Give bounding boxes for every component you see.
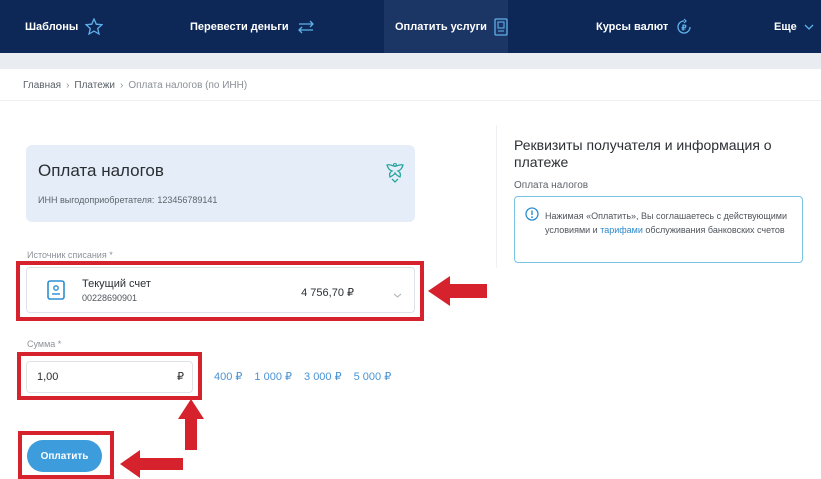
arrow-left-icon: [120, 450, 183, 478]
amount-label: Сумма *: [27, 339, 62, 349]
highlight-pay-button: [18, 431, 114, 479]
notice-text-end: обслуживания банковских счетов: [645, 225, 785, 235]
tax-payment-card: Оплата налогов ИНН выгодоприобретателя: …: [26, 145, 415, 222]
double-eagle-emblem-icon: [384, 162, 406, 189]
quick-amount-3000[interactable]: 3 000 ₽: [304, 370, 342, 383]
details-subtitle: Оплата налогов: [514, 180, 589, 191]
details-title: Реквизиты получателя и информация о плат…: [514, 137, 772, 170]
nav-transfer-label: Перевести деньги: [190, 20, 289, 33]
nav-templates[interactable]: Шаблоны: [25, 0, 104, 53]
highlight-amount: [17, 352, 202, 400]
highlight-source-account: [16, 261, 424, 321]
nav-exchange-rates[interactable]: Курсы валют ₽: [596, 0, 693, 53]
nav-transfer[interactable]: Перевести деньги: [190, 0, 316, 53]
info-icon: [525, 207, 539, 226]
agreement-notice: Нажимая «Оплатить», Вы соглашаетесь с де…: [514, 196, 803, 263]
breadcrumb-home[interactable]: Главная: [23, 80, 61, 91]
quick-amount-1000[interactable]: 1 000 ₽: [254, 370, 292, 383]
arrow-up-icon: [178, 399, 204, 450]
tariffs-link[interactable]: тарифами: [600, 225, 643, 235]
breadcrumb-current: Оплата налогов (по ИНН): [128, 80, 248, 91]
top-navigation: Шаблоны Перевести деньги Оплатить услуги…: [0, 0, 821, 53]
column-divider: [496, 125, 497, 268]
transfer-arrows-icon: [296, 20, 316, 34]
breadcrumb-separator: ›: [66, 80, 70, 91]
page-title: Оплата налогов: [38, 161, 164, 180]
nav-exchange-rates-label: Курсы валют: [596, 20, 669, 33]
svg-text:₽: ₽: [681, 23, 687, 32]
nav-more-label: Еще: [774, 20, 797, 33]
currency-ruble-icon: ₽: [675, 18, 693, 36]
breadcrumb-separator: ›: [119, 80, 124, 91]
source-label: Источник списания *: [27, 250, 113, 260]
breadcrumb: Главная › Платежи › Оплата налогов (по И…: [23, 80, 247, 91]
star-icon: [85, 18, 104, 35]
nav-pay-services[interactable]: Оплатить услуги: [384, 0, 508, 53]
subheader-bar: [0, 53, 821, 69]
inn-label: ИНН выгодоприобретателя:: [38, 195, 155, 205]
chevron-down-icon: [804, 23, 814, 31]
inn-value: 123456789141: [157, 195, 218, 205]
breadcrumb-payments[interactable]: Платежи: [74, 80, 115, 91]
quick-amount-400[interactable]: 400 ₽: [214, 370, 242, 383]
nav-more[interactable]: Еще: [774, 0, 814, 53]
divider: [0, 100, 821, 101]
notice-text: Нажимая «Оплатить», Вы соглашаетесь с де…: [545, 209, 797, 237]
arrow-left-icon: [428, 276, 487, 306]
nav-pay-services-label: Оплатить услуги: [395, 20, 487, 33]
quick-amount-5000[interactable]: 5 000 ₽: [354, 370, 392, 383]
inn-info: ИНН выгодоприобретателя: 123456789141: [38, 195, 217, 205]
nav-templates-label: Шаблоны: [25, 20, 79, 33]
receipt-icon: [494, 17, 508, 36]
quick-amounts: 400 ₽ 1 000 ₽ 3 000 ₽ 5 000 ₽: [214, 370, 391, 383]
